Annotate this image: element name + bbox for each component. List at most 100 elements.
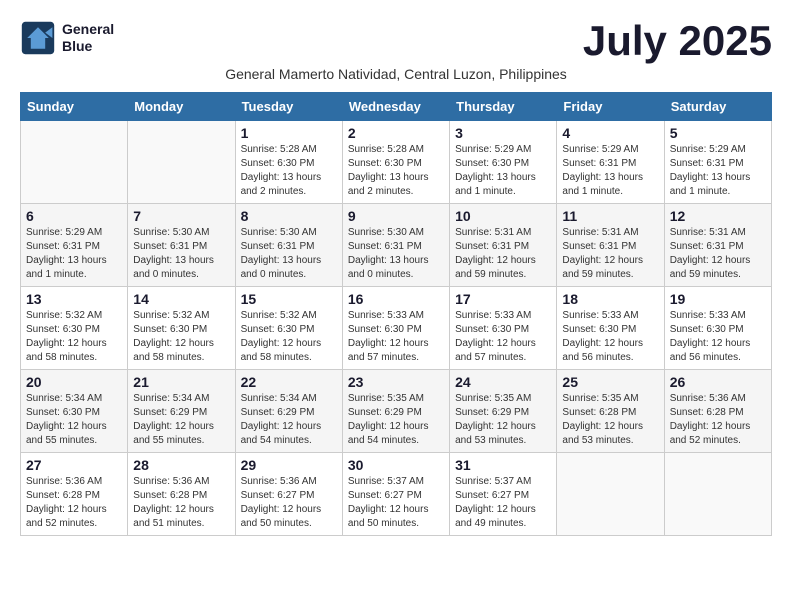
day-info: Sunrise: 5:36 AM Sunset: 6:28 PM Dayligh… bbox=[670, 392, 766, 448]
calendar-cell bbox=[557, 453, 664, 536]
calendar-cell: 28Sunrise: 5:36 AM Sunset: 6:28 PM Dayli… bbox=[128, 453, 235, 536]
day-number: 16 bbox=[348, 291, 444, 307]
day-number: 18 bbox=[562, 291, 658, 307]
day-info: Sunrise: 5:32 AM Sunset: 6:30 PM Dayligh… bbox=[241, 309, 337, 365]
calendar-cell: 17 Sunrise: 5:33 AM Sunset: 6:30 PM Dayli… bbox=[450, 287, 557, 370]
calendar-table: SundayMondayTuesdayWednesdayThursdayFrid… bbox=[20, 92, 772, 536]
day-header-monday: Monday bbox=[128, 93, 235, 121]
day-info: Sunrise: 5:29 AM Sunset: 6:31 PM Dayligh… bbox=[670, 143, 766, 199]
day-header-wednesday: Wednesday bbox=[342, 93, 449, 121]
day-info: Sunrise: 5:29 AM Sunset: 6:31 PM Dayligh… bbox=[562, 143, 658, 199]
day-number: 19 bbox=[670, 291, 766, 307]
day-info: Sunrise: 5:34 AM Sunset: 6:29 PM Dayligh… bbox=[133, 392, 229, 448]
calendar-cell bbox=[21, 121, 128, 204]
day-number: 8 bbox=[241, 208, 337, 224]
day-number: 1 bbox=[241, 125, 337, 141]
calendar-cell: 13 Sunrise: 5:32 AM Sunset: 6:30 PM Dayli… bbox=[21, 287, 128, 370]
day-info: Sunrise: 5:32 AM Sunset: 6:30 PM Dayligh… bbox=[133, 309, 229, 365]
calendar-cell: 27 Sunrise: 5:36 AM Sunset: 6:28 PM Dayli… bbox=[21, 453, 128, 536]
day-info: Sunrise: 5:34 AM Sunset: 6:30 PM Dayligh… bbox=[26, 392, 122, 448]
day-info: Sunrise: 5:30 AM Sunset: 6:31 PM Dayligh… bbox=[348, 226, 444, 282]
calendar-cell: 31 Sunrise: 5:37 AM Sunset: 6:27 PM Dayli… bbox=[450, 453, 557, 536]
calendar-cell: 14 Sunrise: 5:32 AM Sunset: 6:30 PM Dayli… bbox=[128, 287, 235, 370]
week-row-5: 27 Sunrise: 5:36 AM Sunset: 6:28 PM Dayli… bbox=[21, 453, 772, 536]
day-number: 13 bbox=[26, 291, 122, 307]
calendar-cell: 22 Sunrise: 5:34 AM Sunset: 6:29 PM Dayli… bbox=[235, 370, 342, 453]
calendar-cell: 26 Sunrise: 5:36 AM Sunset: 6:28 PM Dayli… bbox=[664, 370, 771, 453]
day-number: 2 bbox=[348, 125, 444, 141]
page-header: General Blue July 2025 bbox=[20, 20, 772, 62]
day-info: Sunrise: 5:37 AM Sunset: 6:27 PM Dayligh… bbox=[455, 475, 551, 531]
day-number: 15 bbox=[241, 291, 337, 307]
day-number: 11 bbox=[562, 208, 658, 224]
calendar-cell: 24Sunrise: 5:35 AM Sunset: 6:29 PM Dayli… bbox=[450, 370, 557, 453]
day-number: 26 bbox=[670, 374, 766, 390]
calendar-cell: 23Sunrise: 5:35 AM Sunset: 6:29 PM Dayli… bbox=[342, 370, 449, 453]
calendar-cell: 12 Sunrise: 5:31 AM Sunset: 6:31 PM Dayli… bbox=[664, 204, 771, 287]
day-number: 21 bbox=[133, 374, 229, 390]
day-info: Sunrise: 5:29 AM Sunset: 6:30 PM Dayligh… bbox=[455, 143, 551, 199]
day-number: 22 bbox=[241, 374, 337, 390]
day-info: Sunrise: 5:33 AM Sunset: 6:30 PM Dayligh… bbox=[348, 309, 444, 365]
week-row-3: 13 Sunrise: 5:32 AM Sunset: 6:30 PM Dayli… bbox=[21, 287, 772, 370]
day-info: Sunrise: 5:31 AM Sunset: 6:31 PM Dayligh… bbox=[455, 226, 551, 282]
calendar-cell: 6Sunrise: 5:29 AM Sunset: 6:31 PM Daylig… bbox=[21, 204, 128, 287]
day-number: 25 bbox=[562, 374, 658, 390]
day-number: 20 bbox=[26, 374, 122, 390]
calendar-cell: 25 Sunrise: 5:35 AM Sunset: 6:28 PM Dayli… bbox=[557, 370, 664, 453]
day-header-saturday: Saturday bbox=[664, 93, 771, 121]
logo-icon bbox=[20, 20, 56, 56]
day-header-friday: Friday bbox=[557, 93, 664, 121]
calendar-cell: 5 Sunrise: 5:29 AM Sunset: 6:31 PM Daylig… bbox=[664, 121, 771, 204]
calendar-cell: 10 Sunrise: 5:31 AM Sunset: 6:31 PM Dayli… bbox=[450, 204, 557, 287]
calendar-cell: 3 Sunrise: 5:29 AM Sunset: 6:30 PM Daylig… bbox=[450, 121, 557, 204]
day-number: 4 bbox=[562, 125, 658, 141]
week-row-4: 20 Sunrise: 5:34 AM Sunset: 6:30 PM Dayli… bbox=[21, 370, 772, 453]
subtitle: General Mamerto Natividad, Central Luzon… bbox=[20, 66, 772, 82]
day-number: 17 bbox=[455, 291, 551, 307]
calendar-cell: 19Sunrise: 5:33 AM Sunset: 6:30 PM Dayli… bbox=[664, 287, 771, 370]
calendar-cell: 20 Sunrise: 5:34 AM Sunset: 6:30 PM Dayli… bbox=[21, 370, 128, 453]
calendar-cell: 2Sunrise: 5:28 AM Sunset: 6:30 PM Daylig… bbox=[342, 121, 449, 204]
day-number: 24 bbox=[455, 374, 551, 390]
calendar-cell: 8Sunrise: 5:30 AM Sunset: 6:31 PM Daylig… bbox=[235, 204, 342, 287]
day-info: Sunrise: 5:35 AM Sunset: 6:28 PM Dayligh… bbox=[562, 392, 658, 448]
calendar-cell: 18 Sunrise: 5:33 AM Sunset: 6:30 PM Dayli… bbox=[557, 287, 664, 370]
day-info: Sunrise: 5:36 AM Sunset: 6:28 PM Dayligh… bbox=[133, 475, 229, 531]
day-number: 29 bbox=[241, 457, 337, 473]
day-info: Sunrise: 5:32 AM Sunset: 6:30 PM Dayligh… bbox=[26, 309, 122, 365]
day-info: Sunrise: 5:28 AM Sunset: 6:30 PM Dayligh… bbox=[241, 143, 337, 199]
day-info: Sunrise: 5:31 AM Sunset: 6:31 PM Dayligh… bbox=[562, 226, 658, 282]
day-header-tuesday: Tuesday bbox=[235, 93, 342, 121]
calendar-header-row: SundayMondayTuesdayWednesdayThursdayFrid… bbox=[21, 93, 772, 121]
day-number: 5 bbox=[670, 125, 766, 141]
day-number: 3 bbox=[455, 125, 551, 141]
day-number: 7 bbox=[133, 208, 229, 224]
calendar-cell: 7 Sunrise: 5:30 AM Sunset: 6:31 PM Daylig… bbox=[128, 204, 235, 287]
day-number: 10 bbox=[455, 208, 551, 224]
month-title: July 2025 bbox=[583, 20, 772, 62]
day-info: Sunrise: 5:37 AM Sunset: 6:27 PM Dayligh… bbox=[348, 475, 444, 531]
day-number: 6 bbox=[26, 208, 122, 224]
week-row-1: 1 Sunrise: 5:28 AM Sunset: 6:30 PM Daylig… bbox=[21, 121, 772, 204]
day-number: 12 bbox=[670, 208, 766, 224]
week-row-2: 6Sunrise: 5:29 AM Sunset: 6:31 PM Daylig… bbox=[21, 204, 772, 287]
day-header-thursday: Thursday bbox=[450, 93, 557, 121]
logo: General Blue bbox=[20, 20, 114, 56]
day-info: Sunrise: 5:36 AM Sunset: 6:27 PM Dayligh… bbox=[241, 475, 337, 531]
day-info: Sunrise: 5:36 AM Sunset: 6:28 PM Dayligh… bbox=[26, 475, 122, 531]
calendar-cell: 29 Sunrise: 5:36 AM Sunset: 6:27 PM Dayli… bbox=[235, 453, 342, 536]
day-info: Sunrise: 5:33 AM Sunset: 6:30 PM Dayligh… bbox=[562, 309, 658, 365]
day-number: 27 bbox=[26, 457, 122, 473]
day-info: Sunrise: 5:34 AM Sunset: 6:29 PM Dayligh… bbox=[241, 392, 337, 448]
calendar-cell: 16 Sunrise: 5:33 AM Sunset: 6:30 PM Dayli… bbox=[342, 287, 449, 370]
calendar-cell: 9 Sunrise: 5:30 AM Sunset: 6:31 PM Daylig… bbox=[342, 204, 449, 287]
day-number: 9 bbox=[348, 208, 444, 224]
day-info: Sunrise: 5:30 AM Sunset: 6:31 PM Dayligh… bbox=[133, 226, 229, 282]
day-number: 31 bbox=[455, 457, 551, 473]
day-header-sunday: Sunday bbox=[21, 93, 128, 121]
logo-line2: Blue bbox=[62, 38, 114, 55]
day-info: Sunrise: 5:33 AM Sunset: 6:30 PM Dayligh… bbox=[455, 309, 551, 365]
day-info: Sunrise: 5:31 AM Sunset: 6:31 PM Dayligh… bbox=[670, 226, 766, 282]
day-number: 14 bbox=[133, 291, 229, 307]
